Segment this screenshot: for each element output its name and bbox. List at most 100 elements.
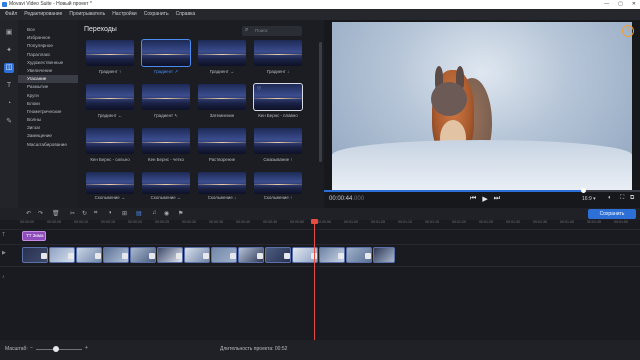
category-item-active[interactable]: Угасание	[18, 75, 78, 84]
transition-thumbnail[interactable]	[86, 128, 134, 154]
menu-edit[interactable]: Редактирование	[24, 9, 62, 20]
transition-thumbnail[interactable]	[86, 84, 134, 110]
video-clip[interactable]	[265, 247, 291, 263]
timeline[interactable]: 00:00:00 00:00:05 00:00:10 00:00:15 00:00:20…	[0, 220, 640, 340]
transition-marker-icon[interactable]	[284, 253, 290, 259]
category-item[interactable]: Увеличение	[18, 67, 78, 75]
color-icon[interactable]: ◑	[108, 210, 112, 216]
preview-progress-bar[interactable]	[324, 188, 640, 193]
transition-marker-icon[interactable]	[95, 253, 101, 259]
transition-thumbnail[interactable]	[198, 128, 246, 154]
category-item[interactable]: Замещение	[18, 132, 78, 140]
menu-export[interactable]: Сохранить	[144, 9, 169, 20]
category-item[interactable]: Избранное	[18, 34, 78, 42]
transition-thumbnail[interactable]	[142, 172, 190, 194]
export-button[interactable]: Сохранить	[588, 209, 636, 219]
titles-icon[interactable]: T	[4, 81, 14, 91]
transition-marker-icon[interactable]	[41, 253, 47, 259]
more-icon[interactable]: ✎	[4, 117, 14, 127]
close-button[interactable]: ✕	[632, 0, 636, 9]
import-icon[interactable]: ▣	[4, 28, 14, 38]
menu-player[interactable]: Проигрыватель	[69, 9, 105, 20]
search-input[interactable]: Поиск	[242, 26, 302, 36]
transition-marker-icon[interactable]	[257, 253, 263, 259]
transition-thumbnail[interactable]	[254, 172, 302, 194]
title-clip[interactable]: TT Зима	[22, 231, 46, 241]
menu-help[interactable]: Справка	[176, 9, 196, 20]
video-clip[interactable]	[373, 247, 395, 263]
video-clip[interactable]	[346, 247, 372, 263]
category-item[interactable]: Художественные	[18, 59, 78, 67]
video-clip[interactable]	[22, 247, 48, 263]
transition-thumbnail[interactable]	[86, 172, 134, 194]
video-clip[interactable]	[319, 247, 345, 263]
crop-icon[interactable]: ⌗	[94, 210, 97, 217]
transition-thumbnail[interactable]	[141, 39, 191, 67]
prev-frame-icon[interactable]: ⏮	[470, 195, 476, 203]
playhead-handle[interactable]	[311, 219, 318, 224]
aspect-ratio-select[interactable]: 16:9 ▾	[582, 196, 596, 202]
transition-thumbnail[interactable]	[198, 84, 246, 110]
favorite-icon[interactable]: ♡	[257, 86, 261, 92]
playhead[interactable]	[314, 220, 315, 340]
category-item[interactable]: Размытие	[18, 83, 78, 91]
video-clip[interactable]	[184, 247, 210, 263]
cut-icon[interactable]: ✂	[70, 210, 75, 217]
transition-thumbnail[interactable]	[198, 40, 246, 66]
category-item[interactable]: Геометрические	[18, 108, 78, 116]
filters-icon[interactable]: ✦	[4, 46, 14, 56]
audio-icon[interactable]: ♫	[152, 210, 157, 216]
transition-wizard-icon[interactable]: ⊞	[122, 210, 127, 217]
help-icon[interactable]: ?	[622, 25, 634, 37]
record-icon[interactable]: ◉	[164, 210, 169, 217]
delete-icon[interactable]: 🗑	[52, 210, 60, 217]
fullscreen-icon[interactable]: ⛶	[620, 195, 624, 202]
transition-thumbnail[interactable]	[198, 172, 246, 194]
video-clip[interactable]	[238, 247, 264, 263]
category-item[interactable]: Волны	[18, 116, 78, 124]
transition-marker-icon[interactable]	[68, 253, 74, 259]
detach-icon[interactable]: ⧉	[630, 195, 634, 202]
video-clip[interactable]	[211, 247, 237, 263]
video-clip[interactable]	[49, 247, 75, 263]
zoom-slider-knob[interactable]	[53, 346, 59, 352]
play-icon[interactable]: ▶	[482, 195, 487, 203]
zoom-in-icon[interactable]: +	[85, 345, 88, 351]
category-item[interactable]: Популярное	[18, 42, 78, 50]
transition-marker-icon[interactable]	[365, 253, 371, 259]
volume-icon[interactable]: ◐	[608, 195, 612, 201]
transition-marker-icon[interactable]	[230, 253, 236, 259]
progress-knob[interactable]	[581, 188, 587, 193]
transition-marker-icon[interactable]	[122, 253, 128, 259]
video-clip[interactable]	[103, 247, 129, 263]
transition-thumbnail[interactable]: ♡	[253, 83, 303, 111]
category-item[interactable]: Круги	[18, 92, 78, 100]
transition-thumbnail[interactable]	[142, 84, 190, 110]
transition-thumbnail[interactable]	[254, 40, 302, 66]
category-item[interactable]: Блоки	[18, 100, 78, 108]
transition-thumbnail[interactable]	[254, 128, 302, 154]
rotate-icon[interactable]: ↻	[82, 210, 87, 217]
undo-icon[interactable]: ↶	[26, 210, 31, 217]
category-item[interactable]: Масштабирование	[18, 141, 78, 149]
next-frame-icon[interactable]: ⏭	[494, 195, 500, 203]
browser-scrollbar[interactable]	[319, 42, 322, 162]
category-item[interactable]: Все	[18, 26, 78, 34]
properties-icon[interactable]: ▤	[136, 210, 142, 217]
zoom-slider-track[interactable]	[36, 349, 82, 350]
maximize-button[interactable]: ▢	[618, 0, 623, 9]
transition-thumbnail[interactable]	[142, 128, 190, 154]
transition-marker-icon[interactable]	[149, 253, 155, 259]
transitions-icon[interactable]: ◫	[4, 63, 14, 73]
flag-icon[interactable]: ⚑	[178, 210, 183, 217]
transition-thumbnail[interactable]	[86, 40, 134, 66]
menu-file[interactable]: Файл	[5, 9, 17, 20]
time-ruler[interactable]: 00:00:00 00:00:05 00:00:10 00:00:15 00:00:20…	[20, 220, 640, 228]
video-clip[interactable]	[76, 247, 102, 263]
redo-icon[interactable]: ↷	[38, 210, 43, 217]
category-item[interactable]: Зигзаг	[18, 124, 78, 132]
category-item[interactable]: Параллакс	[18, 51, 78, 59]
video-clip[interactable]	[130, 247, 156, 263]
video-preview[interactable]	[332, 22, 632, 190]
video-clip[interactable]	[157, 247, 183, 263]
